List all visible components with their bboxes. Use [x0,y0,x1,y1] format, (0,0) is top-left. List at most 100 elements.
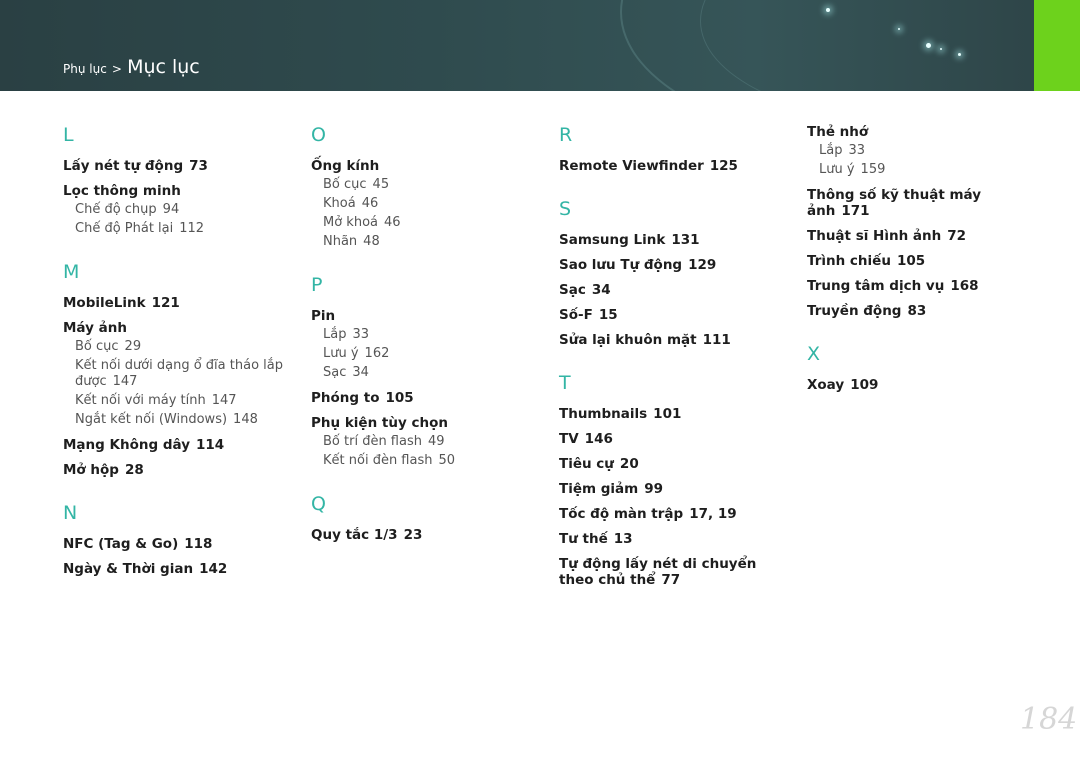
index-entry[interactable]: Remote Viewfinder 125 [559,158,794,174]
index-entry[interactable]: Mở hộp 28 [63,462,298,478]
index-entry[interactable]: Lấy nét tự động 73 [63,158,298,174]
entry-page-link[interactable]: 171 [841,203,869,219]
entry-page-link[interactable]: 83 [907,303,926,319]
entry-page-link[interactable]: 77 [661,572,680,588]
sub-entry-page-link[interactable]: 112 [179,221,204,236]
index-sub-entry[interactable]: Khoá 46 [311,196,546,212]
chapter-tab[interactable] [1034,0,1080,91]
sub-entry-page-link[interactable]: 49 [428,434,445,449]
entry-page-link[interactable]: 146 [585,431,613,447]
index-entry[interactable]: Mạng Không dây 114 [63,437,298,453]
index-sub-entry[interactable]: Lưu ý 159 [807,162,1042,178]
index-sub-entry[interactable]: Mở khoá 46 [311,215,546,231]
index-sub-entry[interactable]: Chế độ chụp 94 [63,202,298,218]
index-entry[interactable]: Thuật sĩ Hình ảnh 72 [807,228,1042,244]
entry-page-link[interactable]: 73 [189,158,208,174]
sub-entry-page-link[interactable]: 34 [352,365,369,380]
breadcrumb-parent[interactable]: Phụ lục [63,62,107,76]
entry-page-link[interactable]: 17, 19 [689,506,736,522]
index-entry[interactable]: Lọc thông minh [63,183,298,199]
sub-entry-page-link[interactable]: 147 [212,393,237,408]
index-entry[interactable]: Tiệm giảm 99 [559,481,794,497]
entry-page-link[interactable]: 15 [599,307,618,323]
index-entry[interactable]: Samsung Link 131 [559,232,794,248]
sub-entry-page-link[interactable]: 46 [362,196,379,211]
index-sub-entry[interactable]: Chế độ Phát lại 112 [63,221,298,237]
sub-entry-term: Kết nối đèn flash [323,453,433,468]
index-entry[interactable]: Trình chiếu 105 [807,253,1042,269]
entry-page-link[interactable]: 34 [592,282,611,298]
index-entry[interactable]: Thẻ nhớ [807,124,1042,140]
entry-page-link[interactable]: 111 [703,332,731,348]
index-sub-entry[interactable]: Bố trí đèn flash 49 [311,434,546,450]
sub-entry-page-link[interactable]: 45 [373,177,390,192]
index-sub-entry[interactable]: Lắp 33 [807,143,1042,159]
entry-page-link[interactable]: 121 [152,295,180,311]
entry-page-link[interactable]: 72 [947,228,966,244]
index-entry[interactable]: Xoay 109 [807,377,1042,393]
entry-page-link[interactable]: 142 [199,561,227,577]
sub-entry-page-link[interactable]: 33 [352,327,369,342]
index-entry[interactable]: Tiêu cự 20 [559,456,794,472]
index-entry[interactable]: MobileLink 121 [63,295,298,311]
sub-entry-page-link[interactable]: 29 [125,339,142,354]
entry-page-link[interactable]: 99 [644,481,663,497]
index-entry[interactable]: Phụ kiện tùy chọn [311,415,546,431]
index-entry[interactable]: Sạc 34 [559,282,794,298]
entry-page-link[interactable]: 20 [620,456,639,472]
index-entry[interactable]: Ngày & Thời gian 142 [63,561,298,577]
index-entry[interactable]: Sửa lại khuôn mặt 111 [559,332,794,348]
index-sub-entry[interactable]: Lưu ý 162 [311,346,546,362]
index-entry[interactable]: Phóng to 105 [311,390,546,406]
index-entry[interactable]: Quy tắc 1/3 23 [311,527,546,543]
entry-page-link[interactable]: 129 [688,257,716,273]
index-entry[interactable]: NFC (Tag & Go) 118 [63,536,298,552]
index-entry[interactable]: Tự động lấy nét di chuyển theo chủ thể 77 [559,556,794,588]
index-entry[interactable]: Tốc độ màn trập 17, 19 [559,506,794,522]
entry-page-link[interactable]: 105 [897,253,925,269]
index-entry[interactable]: Thumbnails 101 [559,406,794,422]
sub-entry-page-link[interactable]: 148 [233,412,258,427]
sub-entry-page-link[interactable]: 50 [438,453,455,468]
sub-entry-page-link[interactable]: 162 [365,346,390,361]
index-entry[interactable]: Pin [311,308,546,324]
sub-entry-page-link[interactable]: 46 [384,215,401,230]
index-entry[interactable]: Truyền động 83 [807,303,1042,319]
sub-entry-page-link[interactable]: 147 [113,374,138,389]
index-entry[interactable]: Số-F 15 [559,307,794,323]
index-section: T Thumbnails 101 TV 146 Tiêu cự 20 Tiệm giảm 99 T… [559,372,794,588]
index-entry[interactable]: Trung tâm dịch vụ 168 [807,278,1042,294]
index-sub-entry[interactable]: Bố cục 45 [311,177,546,193]
index-sub-entry[interactable]: Kết nối đèn flash 50 [311,453,546,469]
sub-entry-page-link[interactable]: 48 [363,234,380,249]
index-sub-entry[interactable]: Nhãn 48 [311,234,546,250]
sub-entry-page-link[interactable]: 94 [163,202,180,217]
entry-page-link[interactable]: 28 [125,462,144,478]
sub-entry-page-link[interactable]: 33 [848,143,865,158]
entry-page-link[interactable]: 131 [671,232,699,248]
index-entry[interactable]: Sao lưu Tự động 129 [559,257,794,273]
index-sub-entry[interactable]: Sạc 34 [311,365,546,381]
entry-page-link[interactable]: 105 [385,390,413,406]
entry-page-link[interactable]: 118 [184,536,212,552]
entry-page-link[interactable]: 109 [850,377,878,393]
entry-page-link[interactable]: 13 [614,531,633,547]
index-entry[interactable]: Thông số kỹ thuật máy ảnh 171 [807,187,1042,219]
entry-page-link[interactable]: 23 [404,527,423,543]
entry-page-link[interactable]: 114 [196,437,224,453]
entry-term: Số-F [559,307,593,323]
entry-page-link[interactable]: 101 [653,406,681,422]
index-entry[interactable]: TV 146 [559,431,794,447]
index-sub-entry[interactable]: Lắp 33 [311,327,546,343]
index-sub-entry[interactable]: Kết nối với máy tính 147 [63,393,298,409]
sub-entry-page-link[interactable]: 159 [861,162,886,177]
index-entry[interactable]: Tư thế 13 [559,531,794,547]
index-sub-entry[interactable]: Ngắt kết nối (Windows) 148 [63,412,298,428]
index-entry[interactable]: Máy ảnh [63,320,298,336]
entry-page-link[interactable]: 168 [950,278,978,294]
index-sub-entry[interactable]: Kết nối dưới dạng ổ đĩa tháo lắp được 147 [63,358,298,390]
entry-term: Thông số kỹ thuật máy ảnh [807,187,982,219]
index-entry[interactable]: Ống kính [311,158,546,174]
entry-page-link[interactable]: 125 [710,158,738,174]
index-sub-entry[interactable]: Bố cục 29 [63,339,298,355]
